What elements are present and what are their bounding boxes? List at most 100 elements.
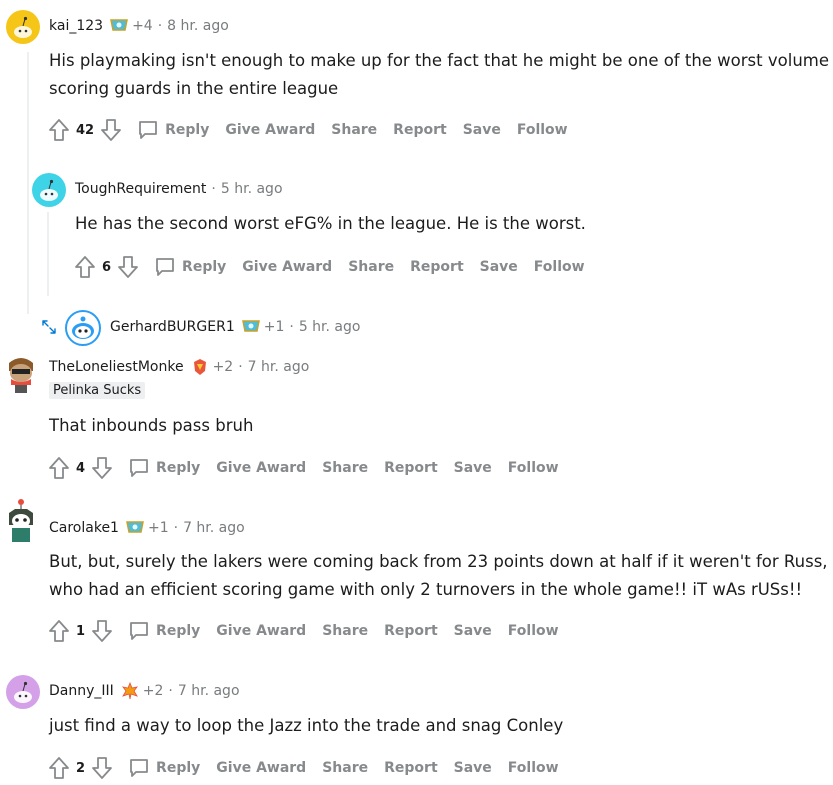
award-count: +2 — [142, 683, 164, 699]
reply-icon[interactable] — [128, 457, 150, 479]
reply-icon[interactable] — [137, 119, 159, 141]
upvote-button[interactable] — [48, 456, 70, 480]
give-award-button[interactable]: Give Award — [216, 460, 306, 476]
downvote-button[interactable] — [91, 619, 113, 643]
save-button[interactable]: Save — [454, 760, 492, 776]
award-icon[interactable] — [125, 519, 145, 537]
follow-button[interactable]: Follow — [517, 122, 568, 138]
comment-actions: 2 Reply Give Award Share Report Save Fol… — [48, 753, 575, 783]
reply-icon[interactable] — [128, 620, 150, 642]
username[interactable]: TheLoneliestMonke — [49, 359, 184, 375]
award-icon[interactable] — [241, 318, 261, 336]
username[interactable]: Danny_III — [49, 683, 114, 699]
username[interactable]: ToughRequirement — [75, 181, 206, 197]
avatar[interactable] — [65, 310, 101, 346]
upvote-button[interactable] — [74, 255, 96, 279]
report-button[interactable]: Report — [410, 259, 464, 275]
upvote-button[interactable] — [48, 756, 70, 780]
comment-actions: 6 Reply Give Award Share Report Save Fol… — [74, 252, 601, 282]
save-button[interactable]: Save — [454, 623, 492, 639]
avatar[interactable] — [3, 351, 39, 395]
vote-score: 2 — [76, 760, 86, 776]
award-count: +1 — [263, 319, 285, 335]
follow-button[interactable]: Follow — [508, 623, 559, 639]
reply-icon[interactable] — [128, 757, 150, 779]
share-button[interactable]: Share — [322, 760, 368, 776]
timestamp[interactable]: 7 hr. ago — [248, 359, 310, 375]
username[interactable]: GerhardBURGER1 — [110, 319, 235, 335]
username[interactable]: Carolake1 — [49, 520, 119, 536]
report-button[interactable]: Report — [384, 760, 438, 776]
award-icon[interactable] — [120, 681, 140, 700]
report-button[interactable]: Report — [393, 122, 447, 138]
snoo-avatar-icon — [40, 179, 58, 201]
snoo-avatar-icon — [14, 16, 32, 38]
downvote-button[interactable] — [100, 118, 122, 142]
comment-actions: 42 Reply Give Award Share Report Save Fo… — [48, 115, 584, 145]
share-button[interactable]: Share — [331, 122, 377, 138]
downvote-button[interactable] — [91, 756, 113, 780]
save-button[interactable]: Save — [480, 259, 518, 275]
downvote-button[interactable] — [117, 255, 139, 279]
reply-button[interactable]: Reply — [156, 460, 200, 476]
reply-icon[interactable] — [154, 256, 176, 278]
share-button[interactable]: Share — [322, 623, 368, 639]
user-flair: Pelinka Sucks — [49, 382, 146, 399]
comment-meta: kai_123 +4 · 8 hr. ago — [49, 17, 229, 35]
follow-button[interactable]: Follow — [534, 259, 585, 275]
expand-icon[interactable] — [41, 319, 57, 335]
timestamp[interactable]: 7 hr. ago — [178, 683, 240, 699]
comment-body: just find a way to loop the Jazz into th… — [49, 716, 564, 735]
follow-button[interactable]: Follow — [508, 760, 559, 776]
separator-dot: · — [173, 520, 179, 536]
share-button[interactable]: Share — [322, 460, 368, 476]
vote-score: 1 — [76, 623, 86, 639]
reply-button[interactable]: Reply — [182, 259, 226, 275]
timestamp[interactable]: 7 hr. ago — [183, 520, 245, 536]
reply-button[interactable]: Reply — [156, 760, 200, 776]
report-button[interactable]: Report — [384, 460, 438, 476]
award-icon[interactable] — [109, 17, 129, 35]
thread-line[interactable] — [27, 52, 29, 314]
award-count: +1 — [147, 520, 169, 536]
avatar[interactable] — [6, 675, 40, 709]
comment-meta: Danny_III +2 · 7 hr. ago — [49, 681, 240, 700]
upvote-button[interactable] — [48, 118, 70, 142]
comment-actions: 4 Reply Give Award Share Report Save Fol… — [48, 453, 575, 483]
timestamp[interactable]: 8 hr. ago — [167, 18, 229, 34]
vote-score: 4 — [76, 460, 86, 476]
reply-button[interactable]: Reply — [165, 122, 209, 138]
give-award-button[interactable]: Give Award — [216, 623, 306, 639]
comment-meta: TheLoneliestMonke +2 · 7 hr. ago — [49, 358, 309, 376]
timestamp[interactable]: 5 hr. ago — [299, 319, 361, 335]
comment-body: But, but, surely the lakers were coming … — [49, 552, 828, 599]
comment-meta: Carolake1 +1 · 7 hr. ago — [49, 519, 245, 537]
award-icon[interactable] — [190, 358, 210, 376]
downvote-icon — [92, 757, 112, 779]
comment-actions: 1 Reply Give Award Share Report Save Fol… — [48, 616, 575, 646]
report-button[interactable]: Report — [384, 623, 438, 639]
comment-meta: ToughRequirement · 5 hr. ago — [75, 181, 283, 197]
snoo-avatar-icon — [14, 681, 32, 703]
downvote-button[interactable] — [91, 456, 113, 480]
give-award-button[interactable]: Give Award — [216, 760, 306, 776]
avatar[interactable] — [32, 173, 66, 207]
award-count: +4 — [132, 18, 153, 34]
upvote-icon — [49, 457, 69, 479]
upvote-button[interactable] — [48, 619, 70, 643]
save-button[interactable]: Save — [463, 122, 501, 138]
upvote-icon — [49, 119, 69, 141]
save-button[interactable]: Save — [454, 460, 492, 476]
thread-line[interactable] — [47, 212, 49, 296]
give-award-button[interactable]: Give Award — [225, 122, 315, 138]
share-button[interactable]: Share — [348, 259, 394, 275]
reply-button[interactable]: Reply — [156, 623, 200, 639]
character-avatar-icon — [9, 499, 33, 542]
comment-body: That inbounds pass bruh — [49, 416, 254, 435]
username[interactable]: kai_123 — [49, 18, 103, 34]
timestamp[interactable]: 5 hr. ago — [221, 181, 283, 197]
give-award-button[interactable]: Give Award — [242, 259, 332, 275]
avatar[interactable] — [6, 10, 40, 44]
avatar[interactable] — [3, 497, 39, 545]
follow-button[interactable]: Follow — [508, 460, 559, 476]
